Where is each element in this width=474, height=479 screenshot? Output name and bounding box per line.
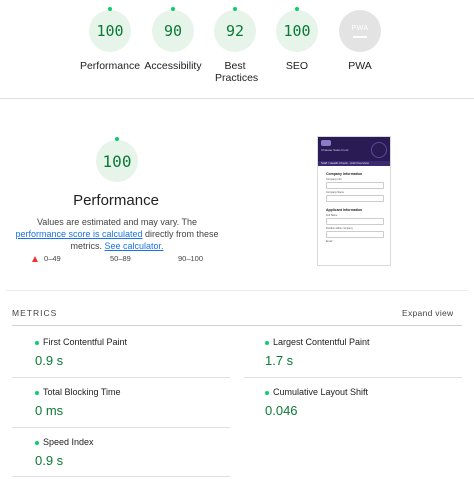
- logo-icon: [321, 140, 331, 146]
- pass-dot: [35, 440, 39, 445]
- page-screenshot-thumbnail[interactable]: Chateau Sales Fund Staff / Health Check …: [317, 136, 391, 266]
- metric-speed-index: Speed Index 0.9 s: [35, 437, 94, 468]
- calculator-link[interactable]: See calculator.: [104, 241, 163, 251]
- legend-fail: 0–49: [32, 254, 61, 263]
- category-gauges: 100 Performance 90 Accessibility 92 Best…: [0, 0, 474, 98]
- gauge-pwa[interactable]: PWA PWA: [320, 0, 400, 72]
- divider: [0, 98, 474, 99]
- pass-dot: [35, 340, 39, 345]
- metric-first-contentful-paint: First Contentful Paint 0.9 s: [35, 337, 128, 368]
- score-circle: 92: [214, 7, 256, 52]
- expand-view-button[interactable]: Expand view: [402, 308, 454, 318]
- divider: [12, 325, 462, 326]
- legend-average: 50–89: [110, 254, 131, 263]
- score-circle: 100: [89, 7, 131, 52]
- pass-dot: [35, 390, 39, 395]
- pass-dot: [265, 390, 269, 395]
- divider: [6, 290, 468, 291]
- performance-description: Values are estimated and may vary. The p…: [15, 217, 219, 251]
- pass-dot: [171, 7, 175, 11]
- thumbnail-field: [326, 231, 384, 238]
- score-circle: 100: [276, 7, 318, 52]
- divider: [12, 476, 230, 477]
- score-circle: 90: [152, 7, 194, 52]
- metrics-heading: METRICS: [12, 308, 58, 318]
- pass-dot: [233, 7, 237, 11]
- divider: [12, 427, 230, 428]
- decorative-circle-icon: [371, 142, 387, 158]
- performance-score-gauge: 100: [96, 137, 138, 182]
- metric-total-blocking-time: Total Blocking Time 0 ms: [35, 387, 121, 418]
- thumbnail-header: Chateau Sales Fund: [318, 137, 390, 161]
- pass-dot: [115, 137, 119, 141]
- pass-dot: [265, 340, 269, 345]
- thumbnail-field: [326, 195, 384, 202]
- legend-pass: 90–100: [178, 254, 204, 263]
- divider: [12, 377, 230, 378]
- pass-dot: [295, 7, 299, 11]
- pwa-badge-icon: PWA: [339, 10, 381, 52]
- metric-cumulative-layout-shift: Cumulative Layout Shift 0.046: [265, 387, 369, 418]
- metric-largest-contentful-paint: Largest Contentful Paint 1.7 s: [265, 337, 370, 368]
- pass-dot: [108, 7, 112, 11]
- performance-title: Performance: [73, 192, 159, 209]
- divider: [244, 377, 462, 378]
- fail-triangle-icon: [32, 255, 38, 262]
- thumbnail-field: [326, 218, 384, 225]
- thumbnail-field: [326, 182, 384, 189]
- performance-score-link[interactable]: performance score is calculated: [15, 229, 142, 239]
